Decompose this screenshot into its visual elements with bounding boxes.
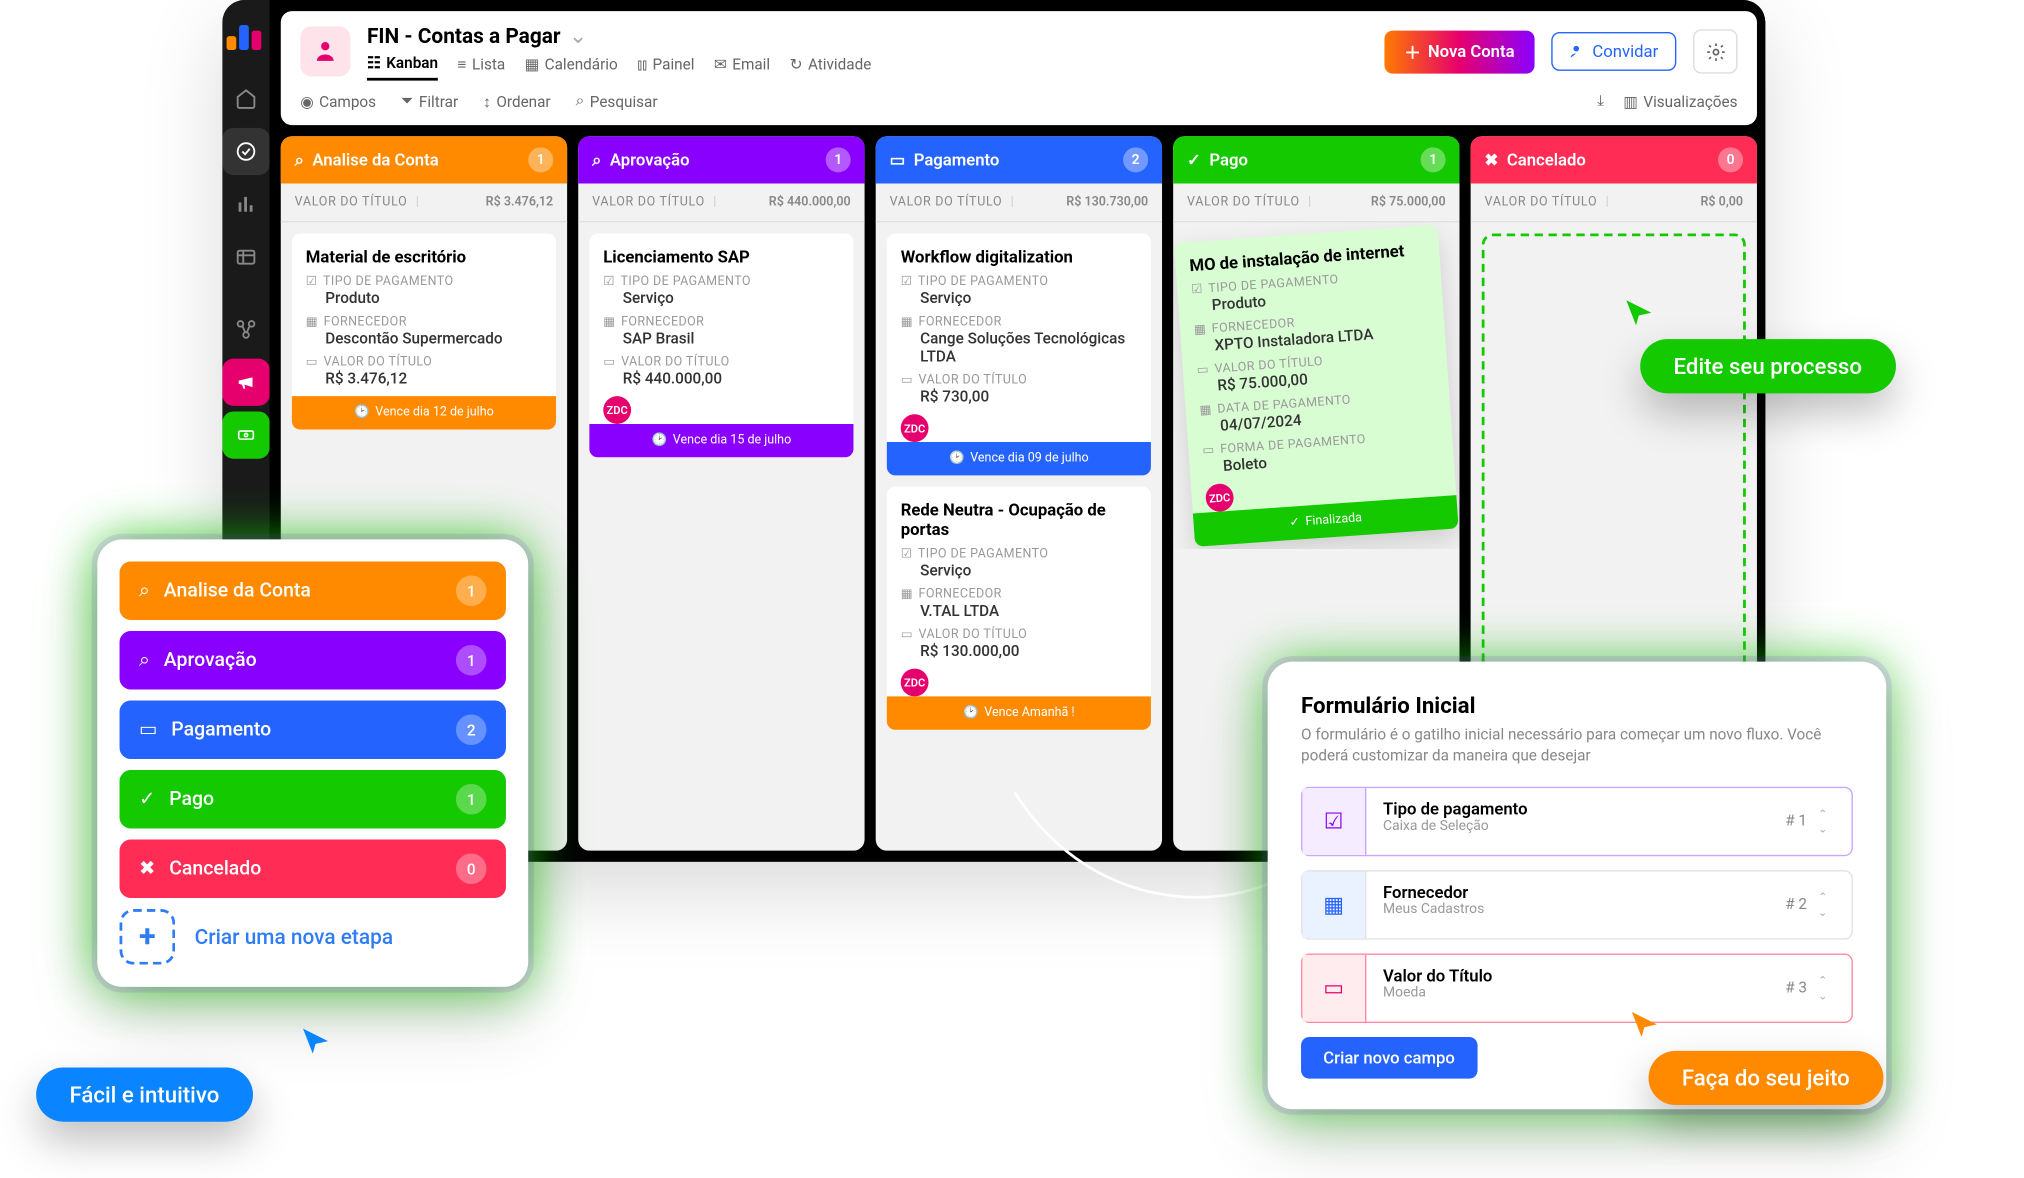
analytics-icon[interactable] xyxy=(222,181,269,228)
tab-panel[interactable]: ⫾⫾ Painel xyxy=(637,54,694,80)
invite-button[interactable]: Convidar xyxy=(1551,32,1677,71)
cursor-icon xyxy=(300,1026,331,1057)
money-icon: ▭ xyxy=(1302,955,1366,1022)
tool-filtrar[interactable]: ⏷ Filtrar xyxy=(401,92,458,111)
form-field-tipo[interactable]: ☑ Tipo de pagamentoCaixa de Seleção # 1 … xyxy=(1301,786,1853,856)
chip-your-way: Faça do seu jeito xyxy=(1649,1051,1884,1105)
done-badge: ✓ Finalizada xyxy=(1193,495,1459,547)
sort-handles[interactable]: ⌃⌄ xyxy=(1818,955,1851,1022)
column-aprovacao: ⌕ Aprovação1 VALOR DO TÍTULO|R$ 440.000,… xyxy=(578,136,864,850)
new-field-button[interactable]: Criar novo campo xyxy=(1301,1037,1477,1079)
tool-pesquisar[interactable]: ⌕ Pesquisar xyxy=(576,92,658,111)
stage-pill-cancelado[interactable]: ✖ Cancelado0 xyxy=(120,840,506,898)
tool-export[interactable]: ⤓ xyxy=(1597,92,1604,111)
integrations-icon[interactable] xyxy=(222,306,269,353)
column-header[interactable]: ✖ Cancelado0 xyxy=(1471,136,1757,183)
form-panel: Formulário Inicial O formulário é o gati… xyxy=(1268,662,1887,1109)
avatar: ZDC xyxy=(603,396,631,424)
avatar: ZDC xyxy=(901,414,929,442)
plus-icon: + xyxy=(120,909,176,965)
column-header[interactable]: ⌕ Aprovação1 xyxy=(578,136,864,183)
due-badge: 🕑 Vence dia 09 de julho xyxy=(887,442,1151,475)
form-desc: O formulário é o gatilho inicial necessá… xyxy=(1301,724,1853,767)
due-badge: 🕑 Vence dia 12 de julho xyxy=(292,396,556,429)
announce-icon[interactable] xyxy=(222,359,269,406)
chip-easy: Fácil e intuitivo xyxy=(36,1068,253,1122)
kanban-card[interactable]: MO de instalação de internet ☑ TIPO DE P… xyxy=(1174,225,1459,547)
tab-calendar[interactable]: ▦ Calendário xyxy=(525,54,618,80)
column-header[interactable]: ✓ Pago1 xyxy=(1173,136,1459,183)
sort-handles[interactable]: ⌃⌄ xyxy=(1818,871,1851,938)
new-account-button[interactable]: ＋ Nova Conta xyxy=(1385,30,1534,73)
sort-handles[interactable]: ⌃⌄ xyxy=(1818,788,1851,855)
due-badge: 🕑 Vence Amanhã ! xyxy=(887,696,1151,729)
form-title: Formulário Inicial xyxy=(1301,692,1853,718)
stage-pill-analise[interactable]: ⌕ Analise da Conta1 xyxy=(120,562,506,620)
cursor-icon xyxy=(1629,1009,1660,1040)
column-pagamento: ▭ Pagamento2 VALOR DO TÍTULO|R$ 130.730,… xyxy=(876,136,1162,850)
tool-campos[interactable]: ◉ Campos xyxy=(300,92,376,110)
finance-icon[interactable] xyxy=(222,411,269,458)
checkbox-icon: ☑ xyxy=(1302,788,1366,855)
cursor-icon xyxy=(1624,297,1655,328)
logo-icon xyxy=(227,19,266,50)
kanban-card[interactable]: Workflow digitalization ☑ TIPO DE PAGAME… xyxy=(887,234,1151,476)
due-badge: 🕑 Vence dia 15 de julho xyxy=(589,424,853,457)
tasks-icon[interactable] xyxy=(222,128,269,175)
kanban-card[interactable]: Rede Neutra - Ocupação de portas ☑ TIPO … xyxy=(887,487,1151,730)
table-icon[interactable] xyxy=(222,234,269,281)
kanban-card[interactable]: Material de escritório ☑ TIPO DE PAGAMEN… xyxy=(292,234,556,430)
chip-edit-process: Edite seu processo xyxy=(1640,339,1895,393)
stage-pill-pagamento[interactable]: ▭ Pagamento2 xyxy=(120,701,506,759)
column-header[interactable]: ▭ Pagamento2 xyxy=(876,136,1162,183)
avatar: ZDC xyxy=(1205,483,1235,513)
tool-views[interactable]: ▥ Visualizações xyxy=(1623,92,1737,111)
kanban-card[interactable]: Licenciamento SAP ☑ TIPO DE PAGAMENTOSer… xyxy=(589,234,853,458)
stage-list-panel: ⌕ Analise da Conta1 ⌕ Aprovação1 ▭ Pagam… xyxy=(97,539,528,987)
tool-ordenar[interactable]: ↕ Ordenar xyxy=(483,92,550,110)
stage-pill-aprovacao[interactable]: ⌕ Aprovação1 xyxy=(120,631,506,689)
tab-lista[interactable]: ≡ Lista xyxy=(458,54,506,80)
view-tabs: ☷ Kanban ≡ Lista ▦ Calendário ⫾⫾ Painel … xyxy=(367,54,871,80)
grid-icon: ▦ xyxy=(1302,871,1366,938)
form-field-fornecedor[interactable]: ▦ FornecedorMeus Cadastros # 2 ⌃⌄ xyxy=(1301,870,1853,940)
tab-email[interactable]: ✉ Email xyxy=(714,54,770,80)
page-title: FIN - Contas a Pagar xyxy=(367,23,561,48)
app-icon xyxy=(300,26,350,76)
avatar: ZDC xyxy=(901,669,929,697)
tab-kanban[interactable]: ☷ Kanban xyxy=(367,54,438,80)
chevron-down-icon[interactable]: ⌄ xyxy=(569,22,588,48)
home-icon[interactable] xyxy=(222,75,269,122)
column-header[interactable]: ⌕ Analise da Conta1 xyxy=(281,136,567,183)
topbar: FIN - Contas a Pagar ⌄ ☷ Kanban ≡ Lista … xyxy=(281,11,1757,125)
form-field-valor[interactable]: ▭ Valor do TítuloMoeda # 3 ⌃⌄ xyxy=(1301,953,1853,1023)
new-stage-button[interactable]: +Criar uma nova etapa xyxy=(120,909,506,965)
settings-button[interactable] xyxy=(1693,29,1737,73)
stage-pill-pago[interactable]: ✓ Pago1 xyxy=(120,770,506,828)
tab-activity[interactable]: ↻ Atividade xyxy=(790,54,872,80)
